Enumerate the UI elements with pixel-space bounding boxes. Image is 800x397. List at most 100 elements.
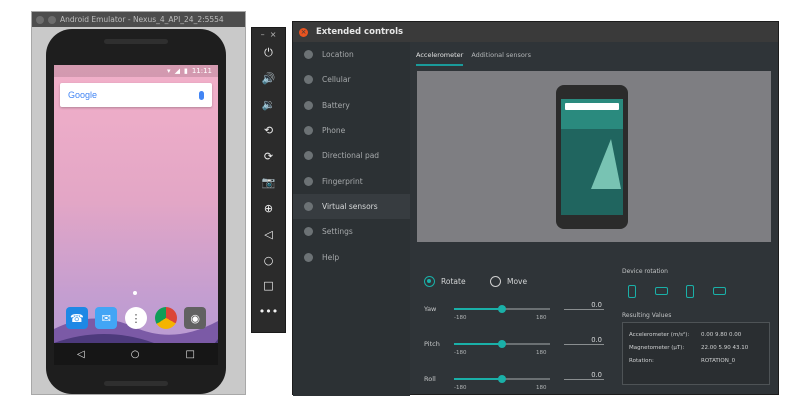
slider-label: Pitch <box>424 340 440 348</box>
rotate-right-icon[interactable]: ⟳ <box>252 144 285 170</box>
google-search-bar[interactable]: Google <box>60 83 212 107</box>
mic-icon[interactable] <box>199 90 204 100</box>
slider-thumb[interactable] <box>498 375 506 383</box>
camera-icon[interactable]: 📷 <box>252 169 285 195</box>
sidebar-item-label: Virtual sensors <box>322 201 378 211</box>
move-radio[interactable] <box>490 276 501 287</box>
reverse-landscape-icon[interactable] <box>709 283 729 299</box>
phone-screen[interactable]: ▾ ◢ ▮ 11:11 Google ☎ ✉ ⋮ ◉ ◁ ○ □ <box>54 65 218 365</box>
home-icon[interactable]: ○ <box>252 247 285 273</box>
toolbar-minimize-icon[interactable]: – <box>261 30 265 39</box>
status-bar: ▾ ◢ ▮ 11:11 <box>54 65 218 77</box>
battery-icon: ▮ <box>183 67 188 75</box>
extended-controls-titlebar[interactable]: × Extended controls <box>293 22 778 42</box>
extended-controls-sidebar: Location Cellular Battery Phone Directional … <box>293 42 410 396</box>
window-minimize-icon[interactable] <box>48 15 56 24</box>
sidebar-item-label: Location <box>322 50 354 60</box>
roll-slider-group: Roll -180 180 0.0 <box>424 371 604 397</box>
home-icon[interactable]: ○ <box>131 349 140 360</box>
messages-app-icon[interactable]: ✉ <box>95 307 118 329</box>
result-label: Rotation: <box>629 357 654 364</box>
app-dock: ☎ ✉ ⋮ ◉ <box>54 305 218 331</box>
pitch-slider-group: Pitch -180 180 0.0 <box>424 336 604 368</box>
device-model-screen <box>561 99 623 215</box>
sidebar-item-label: Directional pad <box>322 151 380 161</box>
close-icon[interactable]: × <box>299 27 308 37</box>
recents-icon[interactable]: □ <box>186 349 195 360</box>
help-icon <box>304 252 313 262</box>
move-radio-option[interactable]: Move <box>490 276 527 287</box>
extended-controls-window: × Extended controls Location Cellular Batt… <box>292 21 779 397</box>
back-icon[interactable]: ◁ <box>77 349 85 360</box>
tab-accelerometer[interactable]: Accelerometer <box>416 46 464 66</box>
slider-thumb[interactable] <box>498 340 506 348</box>
portrait-icon[interactable] <box>622 283 642 299</box>
sidebar-item-battery[interactable]: Battery <box>293 93 410 118</box>
sidebar-item-cellular[interactable]: Cellular <box>293 67 410 92</box>
more-icon[interactable]: ••• <box>252 299 285 325</box>
extended-controls-title: Extended controls <box>316 27 404 37</box>
window-close-icon[interactable] <box>36 15 44 24</box>
landscape-icon[interactable] <box>651 283 671 299</box>
result-value: ROTATION_0 <box>701 357 736 364</box>
emulator-toolbar: – × ⏻ 🔊 🔉 ⟲ ⟳ 📷 ⊕ ◁ ○ □ ••• <box>251 27 286 333</box>
sidebar-item-settings[interactable]: Settings <box>293 219 410 244</box>
emulator-titlebar[interactable]: Android Emulator - Nexus_4_API_24_2:5554 <box>32 12 245 27</box>
overview-icon[interactable]: □ <box>252 273 285 299</box>
rotate-left-icon[interactable]: ⟲ <box>252 118 285 144</box>
sensor-tabs: Accelerometer Additional sensors <box>416 46 531 66</box>
slider-thumb[interactable] <box>498 305 506 313</box>
back-icon[interactable]: ◁ <box>252 221 285 247</box>
power-icon[interactable]: ⏻ <box>252 40 285 66</box>
rotate-radio[interactable] <box>424 276 435 287</box>
tab-additional-sensors[interactable]: Additional sensors <box>471 46 531 66</box>
battery-icon <box>304 100 313 110</box>
device-model[interactable] <box>556 85 628 229</box>
roll-value-field[interactable]: 0.0 <box>564 371 604 380</box>
slider-min: -180 <box>454 350 467 356</box>
rotate-radio-option[interactable]: Rotate <box>424 276 466 287</box>
sidebar-item-help[interactable]: Help <box>293 244 410 269</box>
phone-app-icon[interactable]: ☎ <box>65 307 88 329</box>
google-logo: Google <box>68 90 98 100</box>
device-rotation-buttons <box>622 283 729 299</box>
sidebar-item-fingerprint[interactable]: Fingerprint <box>293 168 410 193</box>
chrome-app-icon[interactable] <box>154 307 177 329</box>
status-time: 11:11 <box>191 67 212 75</box>
wifi-icon: ▾ <box>167 67 171 75</box>
resulting-values-title: Resulting Values <box>622 312 672 319</box>
camera-app-icon[interactable]: ◉ <box>184 307 207 329</box>
toolbar-close-icon[interactable]: × <box>270 30 277 39</box>
volume-down-icon[interactable]: 🔉 <box>252 92 285 118</box>
slider-fill <box>454 378 502 380</box>
pitch-slider[interactable] <box>454 340 550 348</box>
dpad-icon <box>304 151 313 161</box>
roll-slider[interactable] <box>454 375 550 383</box>
yaw-value-field[interactable]: 0.0 <box>564 301 604 310</box>
sidebar-item-location[interactable]: Location <box>293 42 410 67</box>
toolbar-header: – × <box>252 28 285 40</box>
pitch-value-field[interactable]: 0.0 <box>564 336 604 345</box>
zoom-icon[interactable]: ⊕ <box>252 195 285 221</box>
yaw-slider[interactable] <box>454 305 550 313</box>
slider-max: 180 <box>536 385 547 391</box>
sidebar-item-label: Settings <box>322 227 353 237</box>
device-rotation-title: Device rotation <box>622 268 668 275</box>
result-label: Accelerometer (m/s²): <box>629 331 690 338</box>
sidebar-item-virtual-sensors[interactable]: Virtual sensors <box>293 193 410 220</box>
result-row: Magnetometer (μT): 22.00 5.90 43.10 <box>629 341 763 354</box>
reverse-portrait-icon[interactable] <box>680 283 700 299</box>
result-row: Rotation: ROTATION_0 <box>629 354 763 367</box>
page-indicator <box>133 291 137 295</box>
sidebar-item-label: Help <box>322 252 340 262</box>
result-value: 22.00 5.90 43.10 <box>701 344 749 351</box>
sidebar-item-directional-pad[interactable]: Directional pad <box>293 143 410 168</box>
sensors-icon <box>304 201 313 211</box>
sidebar-item-phone[interactable]: Phone <box>293 118 410 143</box>
sidebar-item-label: Fingerprint <box>322 176 363 186</box>
yaw-slider-group: Yaw -180 180 0.0 <box>424 301 604 333</box>
device-preview[interactable] <box>417 71 771 242</box>
volume-up-icon[interactable]: 🔊 <box>252 66 285 92</box>
sidebar-item-label: Battery <box>322 100 350 110</box>
app-drawer-icon[interactable]: ⋮ <box>124 307 147 329</box>
